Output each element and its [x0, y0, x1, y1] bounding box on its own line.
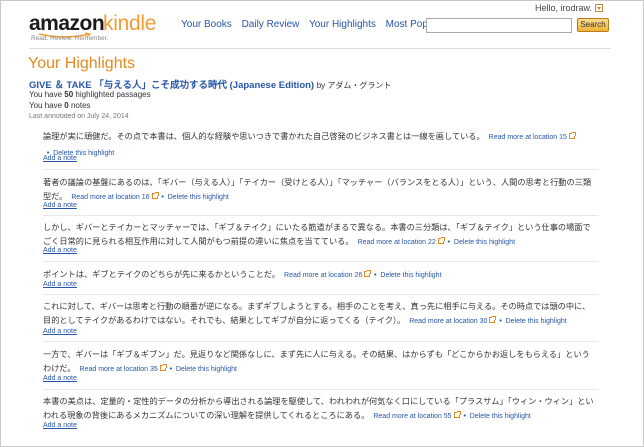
- read-more-link[interactable]: Read more at location 15: [489, 134, 567, 141]
- user-greeting: Hello, irodraw.: [534, 3, 592, 13]
- amazon-kindle-logo[interactable]: amazon kindle Read. Review. Remember.: [29, 13, 179, 43]
- user-menu[interactable]: Hello, irodraw.: [535, 3, 603, 13]
- delete-highlight-link[interactable]: Delete this highlight: [506, 318, 567, 325]
- highlights-count: 50: [64, 90, 74, 99]
- bullet: •: [498, 317, 503, 325]
- highlight-item: 論理が実に頑健だ。その点で本書は、個人的な経験や思いつきで書かれた自己啓発のビジ…: [43, 129, 598, 161]
- highlight-divider: [43, 215, 598, 216]
- read-more-link[interactable]: Read more at location 35: [80, 366, 158, 373]
- external-link-icon[interactable]: [489, 316, 497, 323]
- delete-highlight-link[interactable]: Delete this highlight: [168, 194, 229, 201]
- nav-your-books[interactable]: Your Books: [181, 19, 232, 30]
- highlight-divider: [43, 169, 598, 170]
- add-note-link[interactable]: Add a note: [43, 328, 77, 335]
- notes-count-line: You have 0 notes: [29, 101, 91, 110]
- add-note-link[interactable]: Add a note: [43, 247, 77, 254]
- add-note-link[interactable]: Add a note: [43, 422, 77, 429]
- highlights-suffix: highlighted passages: [73, 90, 151, 99]
- page-title: Your Highlights: [28, 55, 136, 72]
- search-button[interactable]: Search: [577, 18, 609, 32]
- last-annotated: Last annotated on July 24, 2014: [29, 113, 129, 120]
- external-link-icon[interactable]: [159, 364, 167, 371]
- highlights-count-line: You have 50 highlighted passages: [29, 90, 151, 99]
- search-input[interactable]: [426, 18, 572, 33]
- external-link-icon[interactable]: [568, 132, 576, 139]
- read-more-link[interactable]: Read more at location 26: [284, 272, 362, 279]
- logo-tagline: Read. Review. Remember.: [31, 35, 109, 42]
- delete-highlight-link[interactable]: Delete this highlight: [380, 272, 441, 279]
- highlight-item: 著者の議論の基盤にあるのは、「ギバー（与える人）」「テイカー（受けとる人）」「マ…: [43, 175, 598, 205]
- highlight-divider: [43, 261, 598, 262]
- bullet: •: [168, 365, 173, 373]
- browser-frame: amazon kindle Read. Review. Remember. Yo…: [0, 0, 644, 447]
- main-nav: Your Books Daily Review Your Highlights …: [181, 19, 452, 30]
- header: amazon kindle Read. Review. Remember. Yo…: [1, 1, 643, 51]
- delete-highlight-link[interactable]: Delete this highlight: [470, 413, 531, 420]
- add-note-link[interactable]: Add a note: [43, 155, 77, 162]
- nav-your-highlights[interactable]: Your Highlights: [309, 19, 376, 30]
- highlight-item: 一方で、ギバーは「ギブ＆ギブン」だ。見返りなど関係なしに、まず先に人に与える。そ…: [43, 347, 598, 377]
- external-link-icon[interactable]: [437, 237, 445, 244]
- read-more-link[interactable]: Read more at location 55: [373, 413, 451, 420]
- highlight-text: ポイントは、ギブとテイクのどちらが先に来るかということだ。: [43, 269, 281, 279]
- read-more-link[interactable]: Read more at location 16: [71, 194, 149, 201]
- highlights-prefix: You have: [29, 90, 65, 99]
- bullet: •: [160, 193, 165, 201]
- add-note-link[interactable]: Add a note: [43, 202, 77, 209]
- highlight-item: 本書の美点は、定量的・定性的データの分析から導出される論理を駆使して、われわれが…: [43, 394, 598, 424]
- add-note-link[interactable]: Add a note: [43, 281, 77, 288]
- chevron-down-icon[interactable]: [595, 4, 603, 12]
- delete-highlight-link[interactable]: Delete this highlight: [176, 366, 237, 373]
- highlight-item: これに対して、ギバーは思考と行動の順番が逆になる。まずギブしようとする。相手のこ…: [43, 299, 598, 329]
- bullet: •: [446, 238, 451, 246]
- external-link-icon[interactable]: [364, 270, 372, 277]
- logo-kindle-text: kindle: [103, 12, 157, 35]
- highlight-divider: [43, 294, 598, 295]
- book-title-row: GIVE ＆ TAKE 「与える人」こそ成功する時代 (Japanese Edi…: [29, 77, 391, 91]
- highlight-divider: [43, 341, 598, 342]
- bullet: •: [373, 271, 378, 279]
- read-more-link[interactable]: Read more at location 22: [358, 239, 436, 246]
- book-author: by アダム・グラント: [316, 81, 392, 90]
- external-link-icon[interactable]: [453, 411, 461, 418]
- read-more-link[interactable]: Read more at location 30: [409, 318, 487, 325]
- header-divider: [29, 48, 611, 49]
- delete-highlight-link[interactable]: Delete this highlight: [454, 239, 515, 246]
- highlight-item: しかし、ギバーとテイカーとマッチャーでは、「ギブ＆テイク」にいたる筋道がまるで異…: [43, 220, 598, 250]
- external-link-icon[interactable]: [151, 192, 159, 199]
- bullet: •: [462, 412, 467, 420]
- notes-suffix: notes: [68, 101, 91, 110]
- highlight-item: ポイントは、ギブとテイクのどちらが先に来るかということだ。 Read more a…: [43, 267, 598, 283]
- notes-prefix: You have: [29, 101, 65, 110]
- nav-daily-review[interactable]: Daily Review: [242, 19, 300, 30]
- highlight-divider: [43, 389, 598, 390]
- highlight-text: 論理が実に頑健だ。その点で本書は、個人的な経験や思いつきで書かれた自己啓発のビジ…: [43, 131, 485, 141]
- add-note-link[interactable]: Add a note: [43, 375, 77, 382]
